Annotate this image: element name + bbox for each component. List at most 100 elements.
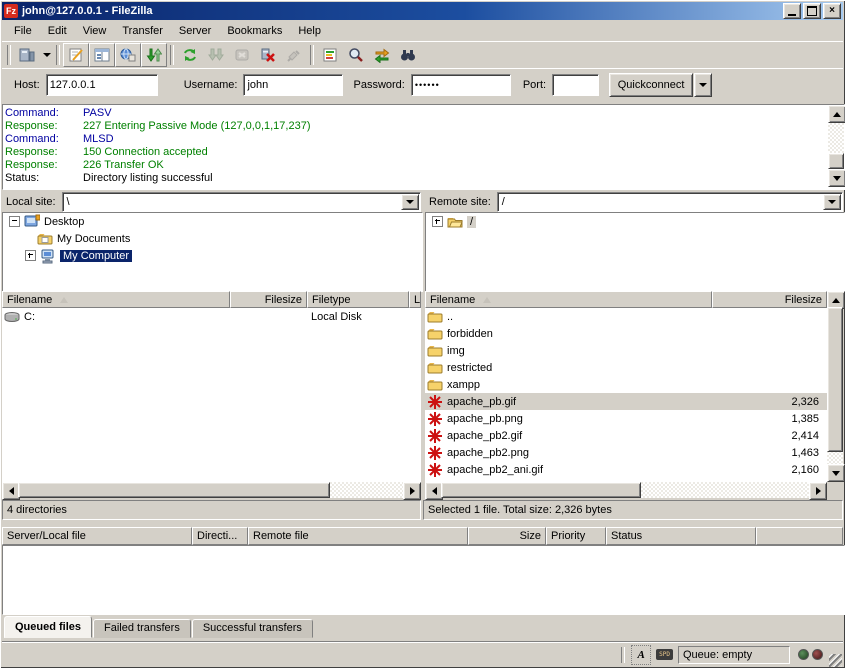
remote-file-row[interactable]: restricted [425, 359, 827, 376]
remote-file-row[interactable]: apache_pb.png 1,385 [425, 410, 827, 427]
scroll-right-button[interactable] [809, 482, 827, 500]
scroll-up-button[interactable] [828, 105, 845, 123]
cancel-button[interactable] [229, 43, 255, 67]
toolbar-separator [56, 45, 60, 65]
remote-file-list: Filename Filesize .. forbidden img restr [425, 291, 843, 498]
menu-edit[interactable]: Edit [40, 23, 75, 39]
maximize-button[interactable] [803, 3, 821, 19]
port-input[interactable] [553, 75, 598, 95]
column-header-filename[interactable]: Filename [2, 291, 230, 308]
log-scrollbar[interactable] [828, 105, 844, 187]
refresh-button[interactable] [177, 43, 203, 67]
host-input[interactable] [47, 75, 157, 95]
menu-help[interactable]: Help [290, 23, 329, 39]
file-name: apache_pb.gif [447, 396, 727, 408]
maximize-icon [807, 6, 817, 16]
synchronized-browsing-button[interactable] [369, 43, 395, 67]
scroll-right-button[interactable] [403, 482, 421, 500]
tab-failed-transfers[interactable]: Failed transfers [93, 619, 191, 638]
local-tree-icon [94, 47, 110, 63]
remote-file-row[interactable]: xampp [425, 376, 827, 393]
toggle-remote-tree-button[interactable] [115, 43, 141, 67]
remote-file-row[interactable]: apache_pb2.gif 2,414 [425, 427, 827, 444]
scroll-down-button[interactable] [828, 169, 845, 187]
column-header-server-local-file[interactable]: Server/Local file [2, 527, 192, 545]
column-header-size[interactable]: Size [468, 527, 546, 545]
column-header-filesize[interactable]: Filesize [230, 291, 307, 308]
menu-transfer[interactable]: Transfer [114, 23, 171, 39]
tree-item-label: Desktop [44, 216, 84, 228]
tab-queued-files[interactable]: Queued files [4, 616, 92, 638]
remote-file-row[interactable]: img [425, 342, 827, 359]
remote-file-row[interactable]: apache_pb2.png 1,463 [425, 444, 827, 461]
filter-button[interactable] [317, 43, 343, 67]
directory-comparison-button[interactable] [343, 43, 369, 67]
local-site-dropdown[interactable] [401, 194, 419, 210]
process-queue-icon [208, 47, 224, 63]
reconnect-button[interactable] [281, 43, 307, 67]
column-header-priority[interactable]: Priority [546, 527, 606, 545]
resize-grip[interactable] [829, 654, 842, 667]
expand-icon[interactable] [432, 216, 443, 227]
remote-horizontal-scrollbar[interactable] [425, 482, 827, 498]
scroll-down-button[interactable] [827, 464, 845, 482]
title-bar[interactable]: Fz john@127.0.0.1 - FileZilla × [2, 2, 843, 20]
local-site-combo[interactable]: \ [62, 192, 421, 212]
password-input[interactable] [412, 75, 510, 95]
local-horizontal-scrollbar[interactable] [2, 482, 421, 498]
remote-file-row[interactable]: forbidden [425, 325, 827, 342]
remote-file-row[interactable]: apache_pb2_ani.gif 2,160 [425, 461, 827, 478]
toggle-transfer-queue-button[interactable] [141, 43, 167, 67]
scrollbar-thumb[interactable] [441, 482, 641, 498]
remote-site-combo[interactable]: / [497, 192, 843, 212]
column-header-filesize[interactable]: Filesize [712, 291, 827, 308]
column-header-lastmodified[interactable]: L [409, 291, 421, 308]
menu-file[interactable]: File [6, 23, 40, 39]
quickconnect-button[interactable]: Quickconnect [609, 73, 693, 97]
find-files-button[interactable] [395, 43, 421, 67]
column-header-remote-file[interactable]: Remote file [248, 527, 468, 545]
toggle-message-log-button[interactable] [63, 43, 89, 67]
tree-item-desktop[interactable]: Desktop [3, 213, 422, 230]
tab-successful-transfers[interactable]: Successful transfers [192, 619, 313, 638]
expand-icon[interactable] [25, 250, 36, 261]
tree-item-label: My Computer [60, 250, 132, 262]
username-input[interactable] [244, 75, 342, 95]
file-size: 1,385 [727, 413, 827, 425]
process-queue-button[interactable] [203, 43, 229, 67]
site-manager-button[interactable] [14, 43, 40, 67]
close-button[interactable]: × [823, 3, 841, 19]
quickconnect-dropdown[interactable] [694, 73, 712, 97]
image-file-icon [427, 428, 443, 444]
minimize-button[interactable] [783, 3, 801, 19]
scrollbar-thumb[interactable] [827, 307, 843, 452]
speed-limit-icon[interactable]: SPD [656, 649, 673, 660]
site-manager-dropdown[interactable] [40, 44, 53, 66]
tree-item-my-computer[interactable]: My Computer [3, 247, 422, 264]
menu-view[interactable]: View [75, 23, 115, 39]
column-header-filetype[interactable]: Filetype [307, 291, 409, 308]
column-header-direction[interactable]: Directi... [192, 527, 248, 545]
file-name: apache_pb2_ani.gif [447, 464, 727, 476]
menu-server[interactable]: Server [171, 23, 219, 39]
menu-bookmarks[interactable]: Bookmarks [219, 23, 290, 39]
remote-site-dropdown[interactable] [823, 194, 841, 210]
tree-item-root[interactable]: / [426, 213, 844, 230]
collapse-icon[interactable] [9, 216, 20, 227]
log-label: Response: [5, 146, 83, 159]
tree-item-my-documents[interactable]: My Documents [3, 230, 422, 247]
local-file-row[interactable]: C: Local Disk [2, 308, 421, 325]
transfer-type-indicator[interactable]: A [631, 645, 651, 665]
column-header-status[interactable]: Status [606, 527, 756, 545]
remote-file-row[interactable]: .. [425, 308, 827, 325]
scrollbar-thumb[interactable] [18, 482, 330, 498]
remote-file-row-selected[interactable]: apache_pb.gif 2,326 [425, 393, 827, 410]
remote-vertical-scrollbar[interactable] [827, 291, 843, 482]
column-header-filename[interactable]: Filename [425, 291, 712, 308]
remote-status-bar: Selected 1 file. Total size: 2,326 bytes [423, 500, 843, 520]
toggle-local-tree-button[interactable] [89, 43, 115, 67]
disconnect-button[interactable] [255, 43, 281, 67]
folder-icon [427, 360, 443, 376]
scrollbar-thumb[interactable] [828, 153, 844, 169]
remote-site-bar: Remote site: / [425, 192, 843, 212]
